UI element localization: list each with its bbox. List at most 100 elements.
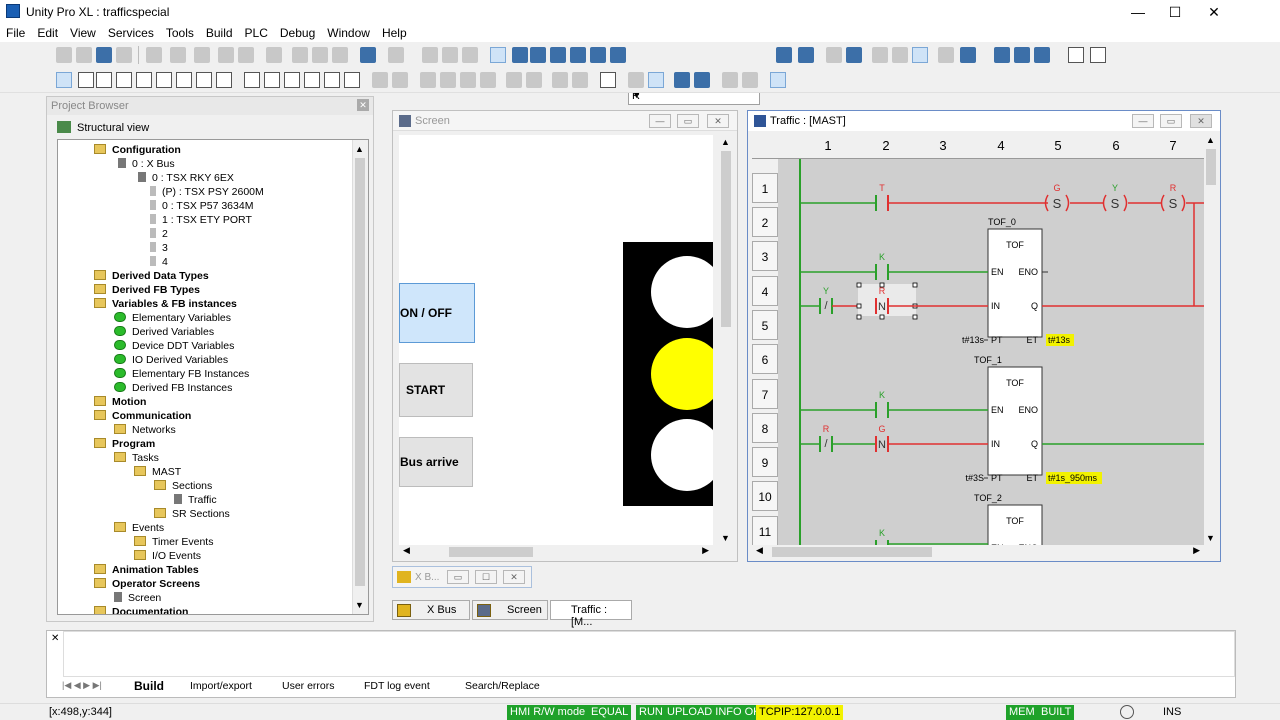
tree-item[interactable]: IO Derived Variables (114, 354, 228, 368)
checkbox-icon[interactable] (284, 72, 300, 88)
align-left-icon[interactable] (372, 72, 388, 88)
rectangle-icon[interactable] (96, 72, 112, 88)
ellipse-icon[interactable] (116, 72, 132, 88)
on-off-button[interactable]: ON / OFF (399, 283, 475, 343)
export-icon[interactable] (388, 47, 404, 63)
align-right-icon[interactable] (392, 72, 408, 88)
tree-item[interactable]: Timer Events (134, 536, 213, 550)
maximize-button[interactable]: ☐ (1155, 0, 1195, 24)
copy-icon[interactable] (170, 47, 186, 63)
close-icon[interactable]: ✕ (707, 114, 729, 128)
library-icon[interactable] (694, 72, 710, 88)
tree-item[interactable]: Derived Data Types (94, 270, 209, 284)
tab-fdt-log[interactable]: FDT log event (364, 680, 430, 692)
tab-nav-icons[interactable]: |◀ ◀ ▶ ▶| (62, 680, 102, 691)
tab-import-export[interactable]: Import/export (190, 680, 252, 692)
cut-icon[interactable] (146, 47, 162, 63)
text-icon[interactable] (176, 72, 192, 88)
menu-plc[interactable]: PLC (239, 24, 274, 42)
menu-build[interactable]: Build (200, 24, 239, 42)
tile-v-icon[interactable] (1034, 47, 1050, 63)
tile-h-icon[interactable] (1014, 47, 1030, 63)
menu-file[interactable]: File (0, 24, 31, 42)
traffic-vscrollbar[interactable]: ▲ ▼ (1204, 133, 1218, 545)
connect-icon[interactable] (776, 47, 792, 63)
gauge-icon[interactable] (344, 72, 360, 88)
open-icon[interactable] (76, 47, 92, 63)
tree-item[interactable]: Derived FB Types (94, 284, 200, 298)
tree-item[interactable]: 0 : TSX RKY 6EX (138, 172, 234, 186)
line-icon[interactable] (78, 72, 94, 88)
tree-item[interactable]: Elementary FB Instances (114, 368, 249, 382)
restore-icon[interactable]: ▭ (447, 570, 469, 584)
spin-icon[interactable] (304, 72, 320, 88)
simulator-icon[interactable] (960, 47, 976, 63)
tree-item[interactable]: Sections (154, 480, 212, 494)
align-top-icon[interactable] (420, 72, 436, 88)
context-help-icon[interactable] (1090, 47, 1106, 63)
slider-icon[interactable] (324, 72, 340, 88)
zoom-in-icon[interactable] (722, 72, 738, 88)
rebuild-icon[interactable] (332, 47, 348, 63)
replace-icon[interactable] (590, 47, 606, 63)
menu-services[interactable]: Services (102, 24, 160, 42)
tree-item[interactable]: Elementary Variables (114, 312, 231, 326)
chart-icon[interactable] (770, 72, 786, 88)
stop-icon[interactable] (892, 47, 908, 63)
tree-item[interactable]: Device DDT Variables (114, 340, 234, 354)
objects-icon[interactable] (674, 72, 690, 88)
menu-debug[interactable]: Debug (274, 24, 321, 42)
tree-item[interactable]: 3 (150, 242, 168, 256)
text-field-icon[interactable] (216, 72, 232, 88)
tree-item[interactable]: Configuration (94, 144, 181, 158)
redo-icon[interactable] (238, 47, 254, 63)
menu-view[interactable]: View (64, 24, 102, 42)
screen-vscrollbar[interactable]: ▲ ▼ (719, 135, 733, 545)
polygon-icon[interactable] (156, 72, 172, 88)
minimize-icon[interactable]: — (649, 114, 671, 128)
output-text-area[interactable] (63, 631, 1235, 677)
bookmark-icon[interactable] (550, 47, 566, 63)
hmi-canvas[interactable]: ON / OFF START Bus arrive (399, 135, 713, 545)
structural-view[interactable]: Structural view (57, 121, 149, 134)
refresh-icon[interactable] (912, 47, 928, 63)
tree-item[interactable]: 1 : TSX ETY PORT (150, 214, 252, 228)
menu-window[interactable]: Window (321, 24, 376, 42)
cascade-icon[interactable] (994, 47, 1010, 63)
front-icon[interactable] (552, 72, 568, 88)
screen-icon[interactable] (360, 47, 376, 63)
paste-icon[interactable] (194, 47, 210, 63)
binoculars-icon[interactable] (610, 47, 626, 63)
help-icon[interactable] (1068, 47, 1084, 63)
tree-item[interactable]: Events (114, 522, 164, 536)
tree-item[interactable]: Program (94, 438, 155, 452)
tree-item[interactable]: Tasks (114, 452, 159, 466)
transfer-icon[interactable] (826, 47, 842, 63)
run-icon[interactable] (872, 47, 888, 63)
tab-traffic[interactable]: Traffic : [M... (550, 600, 632, 628)
screen-hscrollbar[interactable]: ◀ ▶ (399, 545, 713, 559)
image-icon[interactable] (196, 72, 212, 88)
align-center-icon[interactable] (460, 72, 476, 88)
tab-xbus[interactable]: X Bus (392, 600, 470, 620)
close-icon[interactable]: ✕ (51, 633, 59, 644)
start-button[interactable]: START (399, 363, 473, 417)
save-icon[interactable] (96, 47, 112, 63)
tab-user-errors[interactable]: User errors (282, 680, 335, 692)
numeric-icon[interactable] (244, 72, 260, 88)
hand-icon[interactable] (648, 72, 664, 88)
tree-item[interactable]: (P) : TSX PSY 2600M (150, 186, 264, 200)
tree-item[interactable]: Variables & FB instances (94, 298, 237, 312)
new-icon[interactable] (56, 47, 72, 63)
tree-item[interactable]: Traffic (174, 494, 217, 508)
minimized-xbus-window[interactable]: X B... ▭ ☐ ✕ (392, 566, 532, 588)
browser-icon[interactable] (490, 47, 506, 63)
memory-icon[interactable] (938, 47, 954, 63)
menu-help[interactable]: Help (376, 24, 413, 42)
traffic-hscrollbar[interactable]: ◀ ▶ (752, 545, 1204, 559)
tree-item[interactable]: Animation Tables (94, 564, 199, 578)
tree-scrollbar[interactable]: ▲ ▼ (352, 140, 368, 614)
analyze-icon[interactable] (292, 47, 308, 63)
button-icon[interactable] (264, 72, 280, 88)
undo-icon[interactable] (218, 47, 234, 63)
